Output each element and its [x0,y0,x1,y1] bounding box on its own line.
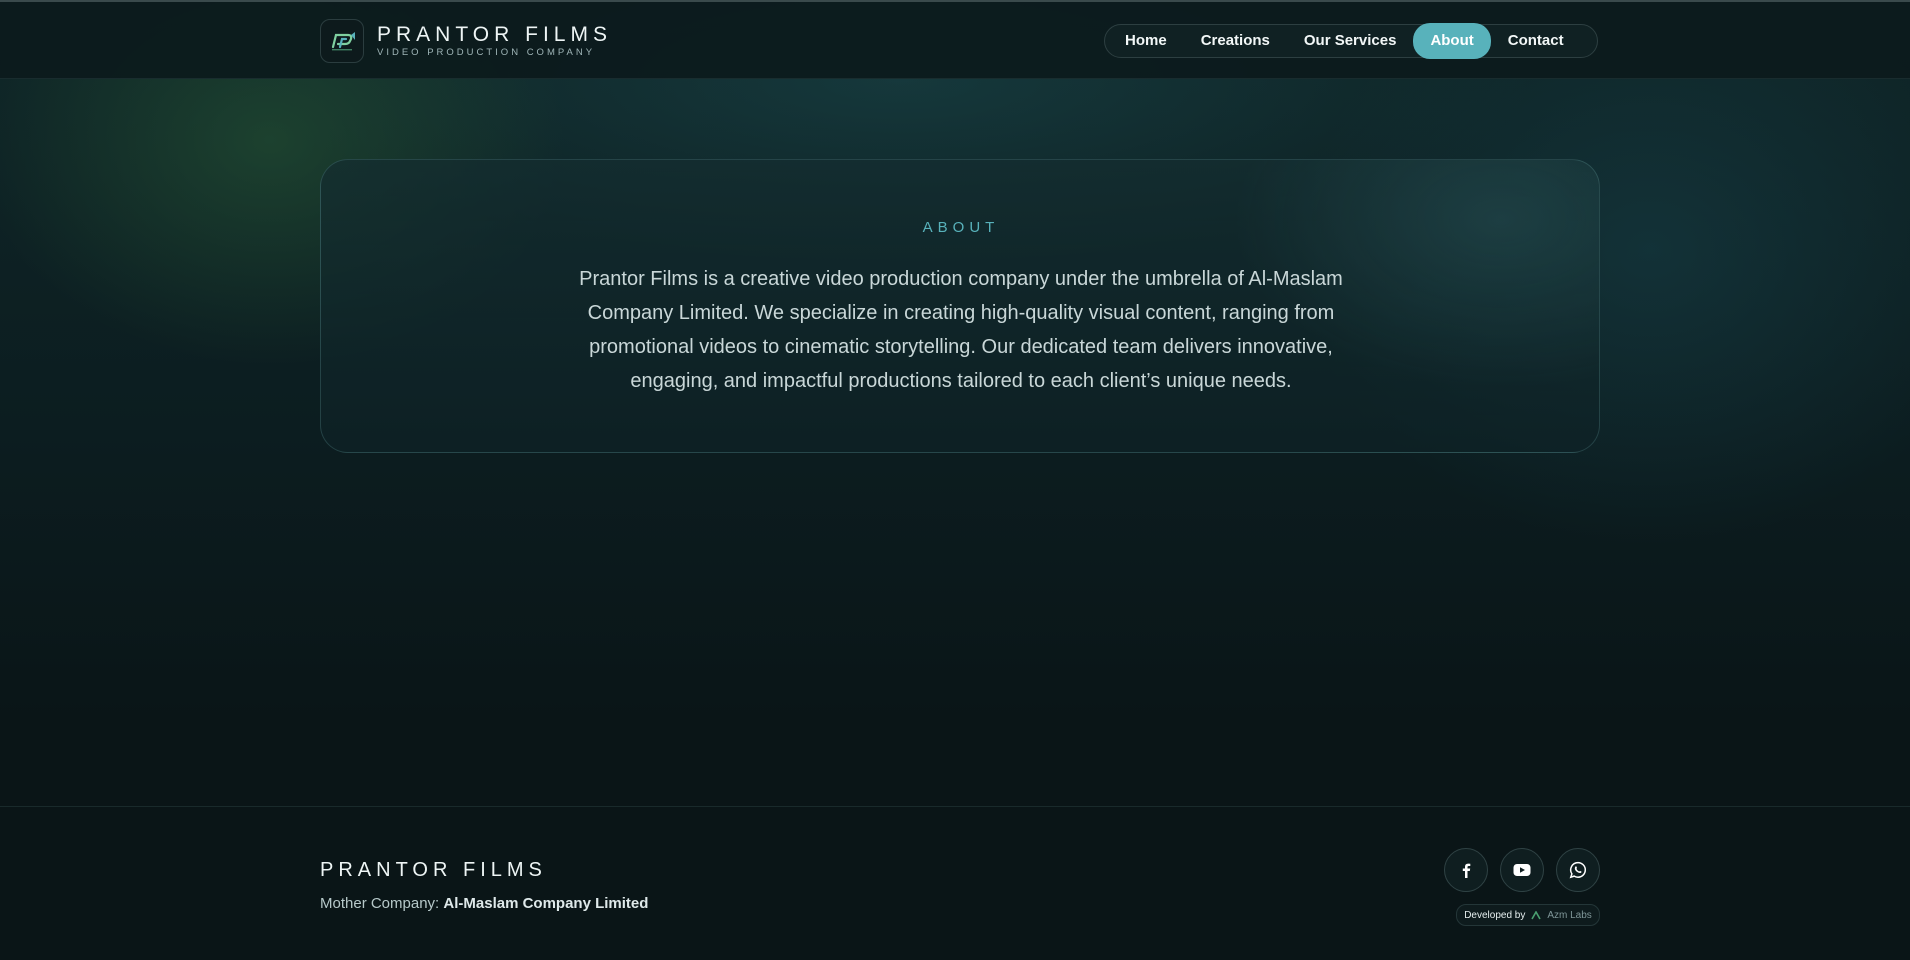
nav-contact[interactable]: Contact [1491,24,1581,58]
about-card: ABOUT Prantor Films is a creative video … [320,159,1600,453]
mother-company: Mother Company: Al-Maslam Company Limite… [320,895,648,912]
footer-brand-name: PRANTOR FILMS [320,859,547,881]
developer-credit[interactable]: Developed by Azm Labs [1456,904,1600,926]
whatsapp-button[interactable] [1556,848,1600,892]
youtube-icon [1513,864,1531,876]
mother-company-label: Mother Company: [320,895,440,912]
brand-tagline: VIDEO PRODUCTION COMPANY [377,46,596,58]
site-header: PRANTOR FILMS VIDEO PRODUCTION COMPANY H… [0,2,1910,79]
nav-creations[interactable]: Creations [1184,24,1287,58]
about-heading: ABOUT [922,219,1000,236]
whatsapp-icon [1569,861,1586,879]
nav-our-services[interactable]: Our Services [1287,24,1414,58]
youtube-button[interactable] [1500,848,1544,892]
facebook-icon [1462,863,1471,878]
nav-about[interactable]: About [1413,23,1491,59]
developed-by-label: Developed by [1464,909,1526,921]
brand-home-link[interactable]: PRANTOR FILMS VIDEO PRODUCTION COMPANY [320,19,612,63]
main-nav: Home Creations Our Services About Contac… [1104,23,1598,59]
developer-name: Azm Labs [1547,909,1592,921]
azm-labs-logo-icon [1531,910,1542,919]
mother-company-name: Al-Maslam Company Limited [443,895,649,912]
facebook-button[interactable] [1444,848,1488,892]
nav-home[interactable]: Home [1108,24,1184,58]
social-links [1444,848,1600,892]
site-footer: PRANTOR FILMS Mother Company: Al-Maslam … [0,806,1910,960]
brand-name: PRANTOR FILMS [377,22,612,46]
page: PRANTOR FILMS VIDEO PRODUCTION COMPANY H… [0,0,1910,960]
prantor-logo-icon [320,19,364,63]
about-description: Prantor Films is a creative video produc… [579,268,1343,392]
